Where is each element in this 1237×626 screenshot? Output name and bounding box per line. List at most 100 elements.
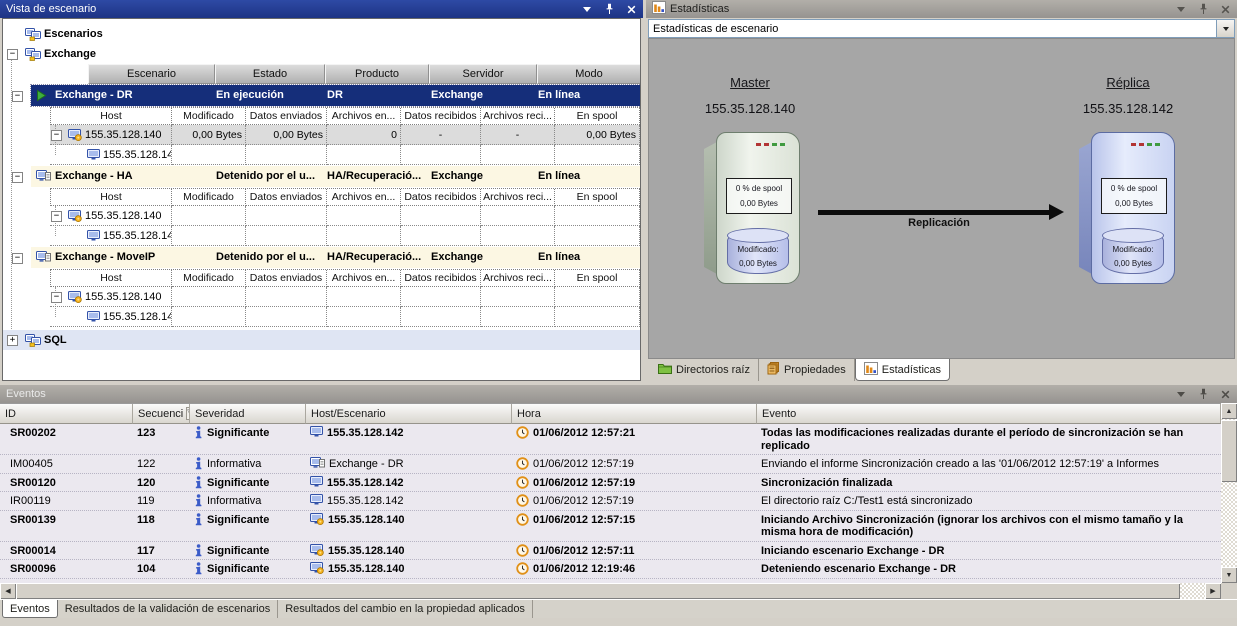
host-row[interactable]: 155.35.128.142	[50, 145, 640, 165]
host-row[interactable]: 155.35.128.140	[50, 206, 640, 226]
scroll-down-button[interactable]: ▼	[1221, 567, 1237, 583]
column-header[interactable]: Producto	[325, 64, 429, 84]
events-vertical-scrollbar[interactable]: ▲ ▼	[1221, 403, 1237, 583]
host-table: HostModificadoDatos enviadosArchivos en.…	[50, 269, 640, 327]
collapse-toggle[interactable]	[12, 253, 23, 264]
event-description: Iniciando escenario Exchange - DR	[757, 542, 1221, 560]
replication-arrow-label: Replicación	[879, 217, 999, 229]
host-row[interactable]: 155.35.128.140 0,00 Bytes0,00 Bytes0--0,…	[50, 125, 640, 145]
scrollbar-thumb[interactable]	[1221, 420, 1237, 482]
close-icon[interactable]	[1219, 388, 1231, 400]
tree-item-sql[interactable]: SQL	[3, 330, 640, 350]
collapse-toggle[interactable]	[7, 49, 18, 60]
column-header[interactable]: Servidor	[429, 64, 537, 84]
replica-spool-stats: 0 % de spool 0,00 Bytes	[1101, 178, 1167, 214]
dropdown-menu-icon[interactable]	[581, 3, 593, 15]
dropdown-menu-icon[interactable]	[1175, 3, 1187, 15]
host-column-header[interactable]: Archivos en...	[327, 189, 401, 206]
column-header-host[interactable]: Host/Escenario	[306, 404, 512, 424]
host-column-header[interactable]: Host	[50, 270, 172, 287]
scenario-row[interactable]: Exchange - DR En ejecución DR Exchange E…	[31, 85, 641, 106]
column-header[interactable]: Escenario	[88, 64, 215, 84]
replication-diagram: Master Réplica 155.35.128.140 155.35.128…	[648, 38, 1235, 359]
host-column-header[interactable]: Host	[50, 108, 172, 125]
host-row[interactable]: 155.35.128.142	[50, 307, 640, 327]
host-column-header[interactable]: Host	[50, 189, 172, 206]
event-sequence: 117	[133, 542, 190, 560]
scenario-row[interactable]: Exchange - MoveIP Detenido por el u... H…	[31, 247, 641, 268]
replica-database-graphic: Modificado: 0,00 Bytes	[1102, 228, 1164, 274]
event-row[interactable]: SR00202 123 Significante 155.35.128.142 …	[0, 424, 1221, 455]
pin-icon[interactable]	[1197, 3, 1209, 15]
host-column-header[interactable]: Datos enviados	[246, 270, 327, 287]
column-header-severidad[interactable]: Severidad	[190, 404, 306, 424]
expand-toggle[interactable]	[7, 335, 18, 346]
event-row[interactable]: SR00139 118 Significante 155.35.128.140 …	[0, 511, 1221, 542]
tab-directorios-raiz[interactable]: Directorios raíz	[650, 359, 759, 381]
event-row[interactable]: SR00014 117 Significante 155.35.128.140 …	[0, 542, 1221, 561]
event-row[interactable]: IR00119 119 Informativa 155.35.128.142 0…	[0, 492, 1221, 511]
host-column-header[interactable]: Archivos reci...	[481, 108, 555, 125]
host-column-header[interactable]: Modificado	[172, 189, 246, 206]
scroll-right-button[interactable]: ▶	[1205, 583, 1221, 599]
event-severity: Significante	[207, 545, 269, 558]
host-stat-cell	[401, 287, 481, 307]
dropdown-menu-icon[interactable]	[1175, 388, 1187, 400]
scrollbar-thumb[interactable]	[16, 583, 1180, 599]
panel-title: Vista de escenario	[6, 3, 96, 15]
column-header[interactable]: Estado	[215, 64, 325, 84]
host-column-header[interactable]: Archivos en...	[327, 108, 401, 125]
host-column-header[interactable]: Archivos reci...	[481, 189, 555, 206]
replica-host-icon	[87, 230, 100, 241]
scroll-up-button[interactable]: ▲	[1221, 403, 1237, 419]
tab-resultados-validacion[interactable]: Resultados de la validación de escenario…	[58, 600, 278, 618]
tab-propiedades[interactable]: Propiedades	[759, 359, 855, 381]
events-horizontal-scrollbar[interactable]: ◀ ▶	[0, 583, 1221, 599]
column-header-evento[interactable]: Evento	[757, 404, 1221, 424]
collapse-toggle[interactable]	[51, 211, 62, 222]
pin-icon[interactable]	[603, 3, 615, 15]
host-column-header[interactable]: En spool	[555, 189, 640, 206]
scenario-row[interactable]: Exchange - HA Detenido por el u... HA/Re…	[31, 166, 641, 187]
host-column-header[interactable]: En spool	[555, 108, 640, 125]
collapse-toggle[interactable]	[51, 292, 62, 303]
close-icon[interactable]	[1219, 3, 1231, 15]
scroll-left-button[interactable]: ◀	[0, 583, 16, 599]
collapse-toggle[interactable]	[12, 91, 23, 102]
host-column-header[interactable]: Datos recibidos	[401, 270, 481, 287]
host-stat-cell	[327, 226, 401, 246]
pin-icon[interactable]	[1197, 388, 1209, 400]
column-header-hora[interactable]: Hora	[512, 404, 757, 424]
host-column-header[interactable]: Modificado	[172, 270, 246, 287]
collapse-toggle[interactable]	[12, 172, 23, 183]
event-row[interactable]: SR00120 120 Significante 155.35.128.142 …	[0, 474, 1221, 493]
statistics-type-select[interactable]: Estadísticas de escenario	[648, 19, 1235, 38]
host-column-header[interactable]: Datos enviados	[246, 189, 327, 206]
host-ip: 155.35.128.142	[103, 149, 172, 161]
host-column-header[interactable]: Datos recibidos	[401, 189, 481, 206]
column-header-id[interactable]: ID	[0, 404, 133, 424]
tab-eventos[interactable]: Eventos	[2, 600, 58, 618]
host-column-header[interactable]: Archivos en...	[327, 270, 401, 287]
collapse-toggle[interactable]	[51, 130, 62, 141]
event-row[interactable]: IM00405 122 Informativa Exchange - DR 01…	[0, 455, 1221, 474]
host-column-header[interactable]: Modificado	[172, 108, 246, 125]
host-column-header[interactable]: Datos enviados	[246, 108, 327, 125]
scenario-servidor: Exchange	[431, 170, 483, 182]
host-stat-cell	[246, 307, 327, 327]
close-icon[interactable]	[625, 3, 637, 15]
host-row[interactable]: 155.35.128.140	[50, 287, 640, 307]
tab-resultados-cambio-propiedad[interactable]: Resultados del cambio en la propiedad ap…	[278, 600, 533, 618]
host-column-header[interactable]: Archivos reci...	[481, 270, 555, 287]
event-row[interactable]: SR00096 104 Significante 155.35.128.140 …	[0, 560, 1221, 579]
column-header-secuencia[interactable]: Secuenci	[133, 404, 190, 424]
host-row[interactable]: 155.35.128.142	[50, 226, 640, 246]
host-stat-cell	[481, 145, 555, 165]
tree-item-exchange[interactable]: Exchange	[3, 44, 640, 64]
tree-item-escenarios[interactable]: Escenarios	[3, 24, 640, 44]
host-column-header[interactable]: En spool	[555, 270, 640, 287]
tab-estadisticas[interactable]: Estadísticas	[855, 359, 950, 381]
column-header[interactable]: Modo	[537, 64, 641, 84]
host-column-header[interactable]: Datos recibidos	[401, 108, 481, 125]
chevron-down-icon[interactable]	[1216, 20, 1234, 37]
